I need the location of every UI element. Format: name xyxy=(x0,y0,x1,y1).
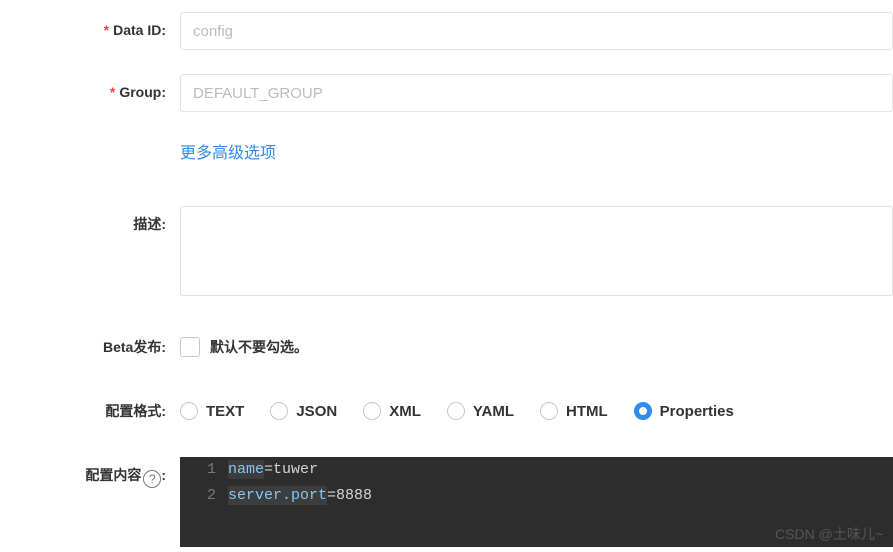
desc-textarea[interactable] xyxy=(180,206,893,296)
label-group: *Group: xyxy=(0,74,180,110)
radio-label: JSON xyxy=(296,403,337,420)
label-content: 配置内容?: xyxy=(0,457,180,493)
code-text: server.port=8888 xyxy=(228,483,372,509)
row-desc: 描述: xyxy=(0,206,893,299)
required-star-icon: * xyxy=(104,22,109,38)
radio-icon xyxy=(180,402,198,420)
label-desc: 描述: xyxy=(0,206,180,242)
radio-icon xyxy=(363,402,381,420)
required-star-icon: * xyxy=(110,84,115,100)
editor-line: 2server.port=8888 xyxy=(180,483,893,509)
row-format: 配置格式: TEXT JSON XML YAML HTML Properties xyxy=(0,393,893,429)
radio-icon xyxy=(634,402,652,420)
beta-checkbox-label: 默认不要勾选。 xyxy=(210,337,308,357)
row-advanced: 更多高级选项 xyxy=(0,136,893,172)
editor-line: 1name=tuwer xyxy=(180,457,893,483)
format-radio-yaml[interactable]: YAML xyxy=(447,402,514,420)
code-editor[interactable]: 1name=tuwer2server.port=8888 xyxy=(180,457,893,547)
row-beta: Beta发布: 默认不要勾选。 xyxy=(0,329,893,365)
row-group: *Group: xyxy=(0,74,893,112)
radio-label: HTML xyxy=(566,403,608,420)
beta-checkbox[interactable] xyxy=(180,337,200,357)
label-format: 配置格式: xyxy=(0,393,180,429)
format-radio-xml[interactable]: XML xyxy=(363,402,421,420)
config-form: *Data ID: *Group: 更多高级选项 描述: Beta发布: 默认不… xyxy=(0,0,893,547)
radio-icon xyxy=(540,402,558,420)
radio-icon xyxy=(447,402,465,420)
format-radio-properties[interactable]: Properties xyxy=(634,402,734,420)
help-icon[interactable]: ? xyxy=(143,470,161,488)
radio-label: Properties xyxy=(660,403,734,420)
code-text: name=tuwer xyxy=(228,457,318,483)
radio-icon xyxy=(270,402,288,420)
row-content: 配置内容?: 1name=tuwer2server.port=8888 xyxy=(0,457,893,547)
label-data-id: *Data ID: xyxy=(0,12,180,48)
radio-label: XML xyxy=(389,403,421,420)
group-input[interactable] xyxy=(180,74,893,112)
label-beta: Beta发布: xyxy=(0,329,180,365)
data-id-input[interactable] xyxy=(180,12,893,50)
advanced-options-link[interactable]: 更多高级选项 xyxy=(180,136,276,172)
format-radio-html[interactable]: HTML xyxy=(540,402,608,420)
row-data-id: *Data ID: xyxy=(0,12,893,50)
format-radio-json[interactable]: JSON xyxy=(270,402,337,420)
line-number: 1 xyxy=(180,457,228,483)
format-radio-text[interactable]: TEXT xyxy=(180,402,244,420)
radio-label: YAML xyxy=(473,403,514,420)
line-number: 2 xyxy=(180,483,228,509)
radio-label: TEXT xyxy=(206,403,244,420)
format-radio-group: TEXT JSON XML YAML HTML Properties xyxy=(180,393,893,429)
